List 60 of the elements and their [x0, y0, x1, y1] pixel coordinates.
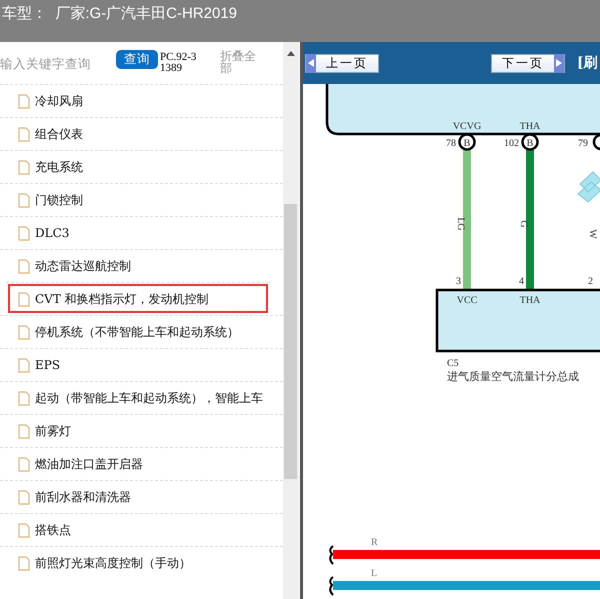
search-button[interactable]: 查询 — [116, 50, 158, 68]
document-icon — [18, 160, 30, 174]
document-icon — [18, 292, 30, 306]
document-icon — [18, 358, 30, 372]
document-icon — [18, 490, 30, 504]
pin-name: THA — [520, 121, 540, 132]
pin-number: 78 — [446, 138, 456, 149]
tree-item[interactable]: 前刮水器和清洗器 — [0, 480, 283, 513]
scrollbar-thumb[interactable] — [284, 204, 297, 479]
document-icon — [18, 192, 30, 208]
tree-item[interactable]: 门锁控制 — [0, 183, 283, 216]
document-icon — [18, 424, 30, 438]
document-icon — [18, 556, 30, 570]
pin-number: 4 — [519, 276, 524, 287]
pin-name: VCVG — [452, 121, 482, 132]
component-name: 进气质量空气流量计分总成 — [447, 371, 579, 383]
previous-page-button[interactable]: 上一页 — [305, 54, 379, 72]
tree-item[interactable]: 动态雷达巡航控制 — [0, 249, 283, 282]
tree-item[interactable]: 前雾灯 — [0, 414, 283, 447]
document-icon — [18, 324, 30, 340]
tree-item[interactable]: 停机系统（不带智能上车和起动系统） — [0, 315, 283, 348]
wire-color-label: LG — [455, 217, 466, 231]
component-code: C5 — [447, 358, 459, 369]
tree-item[interactable]: 冷却风扇 — [0, 84, 283, 117]
document-icon — [18, 390, 30, 406]
tree-item[interactable]: 燃油加注口盖开启器 — [0, 447, 283, 480]
tree-item[interactable]: 充电系统 — [0, 150, 283, 183]
document-icon — [18, 226, 30, 240]
tree-item[interactable]: 搭铁点 — [0, 513, 283, 546]
wire-color-label: W — [587, 229, 598, 239]
document-icon — [18, 94, 30, 108]
pin-name: THA — [520, 295, 540, 306]
document-icon — [18, 258, 30, 274]
next-page-button[interactable]: 下一页 — [491, 54, 565, 72]
connector-letter: B — [526, 138, 534, 149]
pin-number: 2 — [588, 276, 593, 287]
document-icon — [18, 456, 30, 472]
tree-item[interactable]: DLC3 — [0, 216, 283, 249]
vehicle-title: 车型： 厂家:G-广汽丰田C-HR2019 — [1, 4, 238, 23]
connector-circle — [458, 133, 476, 151]
connector-letter: B — [464, 138, 470, 149]
pin-number: 79 — [578, 138, 588, 149]
refresh-link[interactable]: [刷 — [577, 54, 598, 72]
wire-color-label: L — [371, 568, 378, 579]
scroll-up-icon[interactable] — [287, 51, 295, 56]
document-code: PC.92-31389 — [160, 52, 198, 74]
scrollbar[interactable] — [283, 42, 299, 599]
connector-circle — [521, 133, 539, 151]
wire-color-label: R — [371, 537, 378, 548]
pin-number: 3 — [456, 276, 461, 287]
document-icon — [18, 126, 30, 142]
wire-color-label: G — [518, 220, 529, 228]
tree-item[interactable]: EPS — [0, 348, 283, 381]
pin-name: VCC — [456, 295, 478, 306]
pin-number: 102 — [504, 138, 519, 149]
tree-item[interactable]: 起动（带智能上车和起动系统），智能上车 — [0, 381, 283, 414]
tree-item[interactable]: 组合仪表 — [0, 117, 283, 150]
document-icon — [18, 522, 30, 538]
tree-item[interactable]: CVT 和换档指示灯，发动机控制 — [6, 282, 270, 315]
tree-item[interactable]: 前照灯光束高度控制（手动） — [0, 546, 283, 579]
